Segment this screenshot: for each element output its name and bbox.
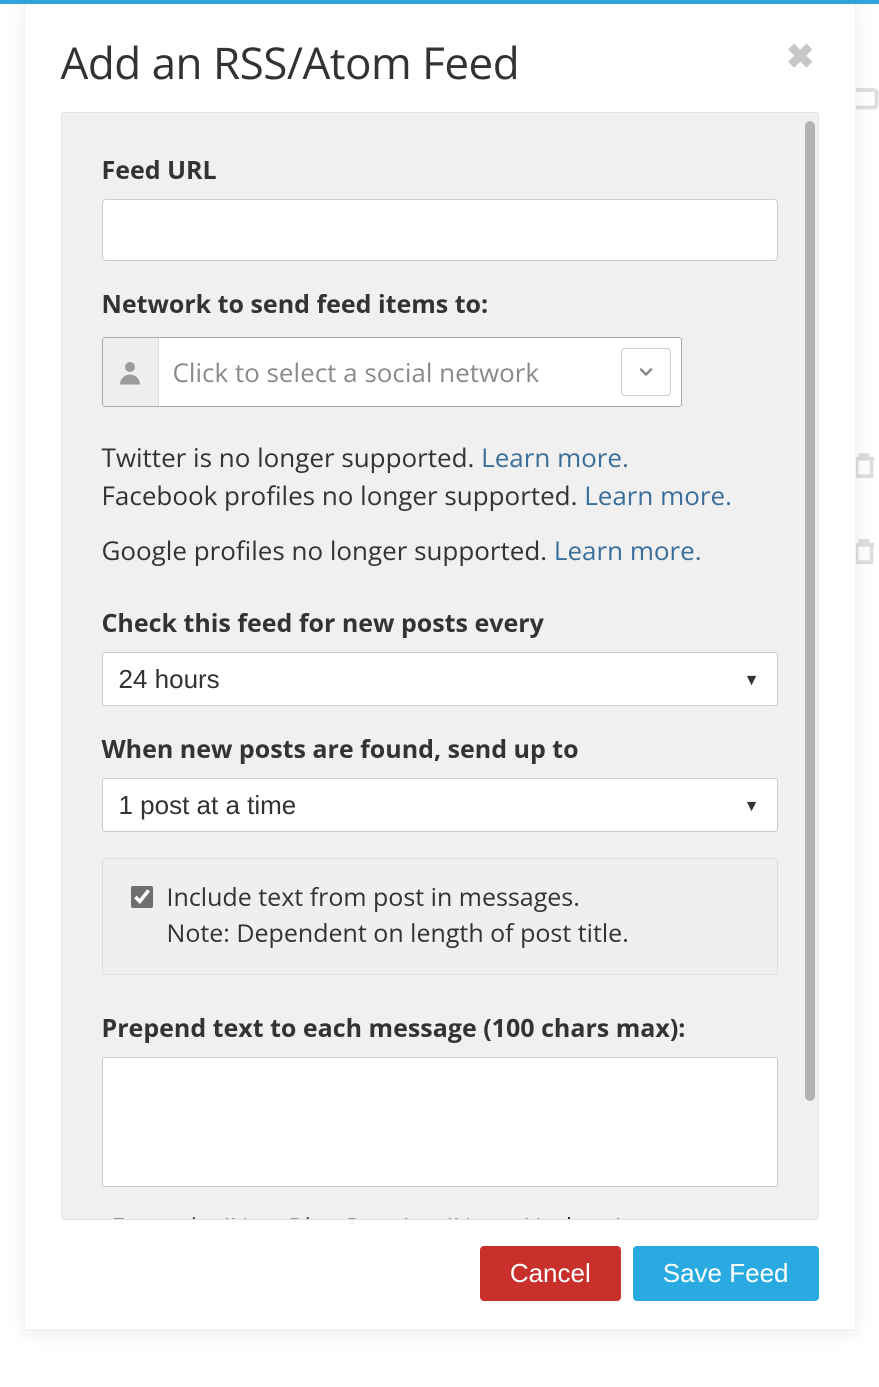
network-group: Network to send feed items to: Click to … [102, 287, 778, 407]
check-interval-select[interactable]: 24 hours [102, 652, 778, 706]
close-icon[interactable]: ✖ [786, 32, 819, 72]
prepend-label: Prepend text to each message (100 chars … [102, 1011, 778, 1045]
google-info: Google profiles no longer supported. Lea… [102, 532, 778, 570]
include-text-row: Include text from post in messages. [131, 879, 749, 915]
prepend-textarea[interactable] [102, 1057, 778, 1187]
google-info-text: Google profiles no longer supported. [102, 532, 554, 568]
google-learn-more-link[interactable]: Learn more. [554, 532, 702, 568]
feed-url-label: Feed URL [102, 153, 778, 187]
modal-body-wrap: Feed URL Network to send feed items to: … [25, 112, 855, 1232]
check-interval-label: Check this feed for new posts every [102, 606, 778, 640]
feed-url-group: Feed URL [102, 153, 778, 261]
modal-footer: Cancel Save Feed [25, 1232, 855, 1329]
check-interval-group: Check this feed for new posts every 24 h… [102, 606, 778, 706]
chevron-down-icon[interactable] [621, 348, 671, 396]
modal-header: Add an RSS/Atom Feed ✖ [25, 4, 855, 112]
save-button[interactable]: Save Feed [633, 1246, 819, 1301]
network-label: Network to send feed items to: [102, 287, 778, 321]
modal-title: Add an RSS/Atom Feed [61, 32, 520, 92]
include-text-label: Include text from post in messages. [167, 879, 580, 915]
prepend-group: Prepend text to each message (100 chars … [102, 1011, 778, 1192]
modal-body: Feed URL Network to send feed items to: … [61, 112, 819, 1220]
cancel-button[interactable]: Cancel [480, 1246, 621, 1301]
include-text-block: Include text from post in messages. Note… [102, 858, 778, 975]
send-up-to-label: When new posts are found, send up to [102, 732, 778, 766]
twitter-learn-more-link[interactable]: Learn more. [481, 439, 629, 475]
feed-url-input[interactable] [102, 199, 778, 261]
facebook-learn-more-link[interactable]: Learn more. [584, 477, 732, 513]
check-interval-select-wrap: 24 hours ▼ [102, 652, 778, 706]
include-text-note: Note: Dependent on length of post title. [167, 915, 749, 951]
send-up-to-select[interactable]: 1 post at a time [102, 778, 778, 832]
send-up-to-select-wrap: 1 post at a time ▼ [102, 778, 778, 832]
twitter-info-text: Twitter is no longer supported. [102, 439, 482, 475]
prepend-example: Example: 'New Blog Post:' or 'News Updat… [102, 1200, 778, 1219]
scroll-area: Feed URL Network to send feed items to: … [62, 113, 818, 1219]
include-text-checkbox[interactable] [131, 886, 153, 908]
avatar-icon [103, 338, 159, 406]
facebook-info-text: Facebook profiles no longer supported. [102, 477, 585, 513]
network-placeholder: Click to select a social network [159, 338, 621, 406]
rss-feed-modal: Add an RSS/Atom Feed ✖ Feed URL Network … [24, 4, 856, 1330]
send-up-to-group: When new posts are found, send up to 1 p… [102, 732, 778, 832]
twitter-info: Twitter is no longer supported. Learn mo… [102, 439, 778, 514]
network-picker[interactable]: Click to select a social network [102, 337, 682, 407]
